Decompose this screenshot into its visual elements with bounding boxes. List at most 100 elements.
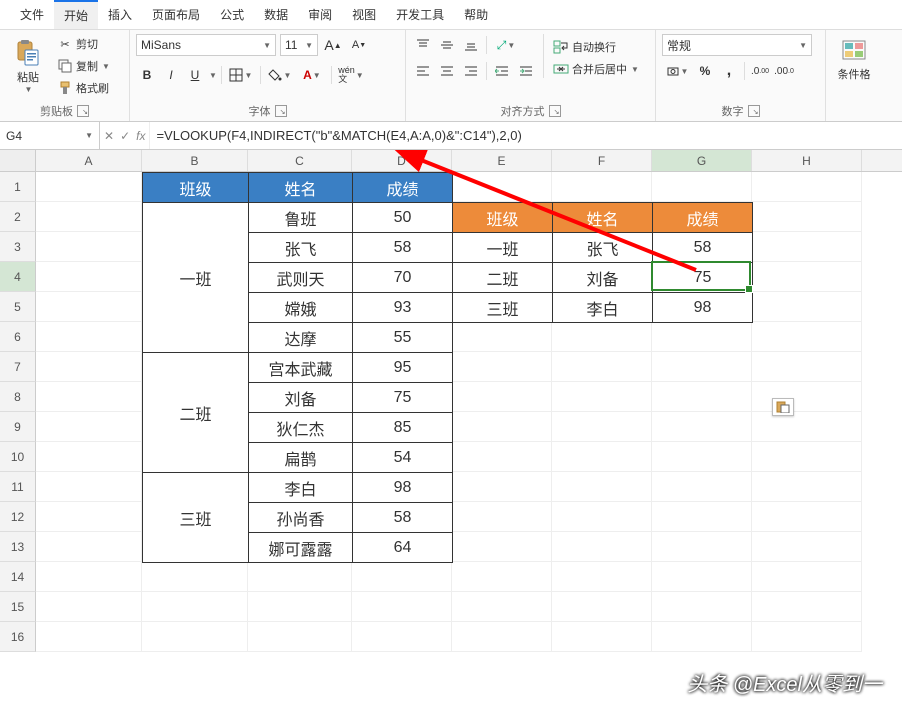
cell[interactable] bbox=[752, 352, 862, 382]
cell[interactable] bbox=[752, 292, 862, 322]
cell[interactable] bbox=[452, 322, 552, 352]
conditional-format-button[interactable]: 条件格 bbox=[832, 34, 876, 84]
cell[interactable] bbox=[142, 562, 248, 592]
cell[interactable] bbox=[552, 502, 652, 532]
cell[interactable] bbox=[752, 562, 862, 592]
cell[interactable] bbox=[452, 592, 552, 622]
col-header[interactable]: G bbox=[652, 150, 752, 171]
row-header[interactable]: 11 bbox=[0, 472, 36, 502]
cell[interactable] bbox=[752, 442, 862, 472]
cell[interactable] bbox=[142, 592, 248, 622]
cell[interactable] bbox=[652, 622, 752, 652]
cut-button[interactable]: ✂剪切 bbox=[54, 34, 113, 54]
cell[interactable] bbox=[752, 502, 862, 532]
select-all-corner[interactable] bbox=[0, 150, 36, 171]
cell[interactable] bbox=[552, 412, 652, 442]
cell[interactable] bbox=[452, 502, 552, 532]
increase-indent-button[interactable] bbox=[515, 60, 537, 82]
formula-input[interactable]: =VLOOKUP(F4,INDIRECT("b"&MATCH(E4,A:A,0)… bbox=[150, 128, 902, 143]
cell[interactable] bbox=[36, 292, 142, 322]
copy-button[interactable]: 复制▼ bbox=[54, 56, 113, 76]
decrease-decimal-button[interactable]: .00.0 bbox=[773, 60, 795, 82]
row-header[interactable]: 2 bbox=[0, 202, 36, 232]
font-name-select[interactable]: MiSans▼ bbox=[136, 34, 276, 56]
format-painter-button[interactable]: 格式刷 bbox=[54, 78, 113, 98]
row-header[interactable]: 9 bbox=[0, 412, 36, 442]
col-header[interactable]: C bbox=[248, 150, 352, 171]
align-center-button[interactable] bbox=[436, 60, 458, 82]
cell[interactable] bbox=[36, 562, 142, 592]
cell[interactable] bbox=[452, 562, 552, 592]
dialog-launcher-icon[interactable]: ↘ bbox=[549, 105, 561, 117]
cell[interactable] bbox=[652, 352, 752, 382]
cell[interactable] bbox=[752, 532, 862, 562]
cell[interactable] bbox=[552, 322, 652, 352]
row-header[interactable]: 5 bbox=[0, 292, 36, 322]
menu-item-1[interactable]: 开始 bbox=[54, 0, 98, 29]
menu-item-3[interactable]: 页面布局 bbox=[142, 0, 210, 29]
cell[interactable] bbox=[652, 562, 752, 592]
col-header[interactable]: D bbox=[352, 150, 452, 171]
paste-options-button[interactable] bbox=[772, 398, 794, 416]
bold-button[interactable]: B bbox=[136, 64, 158, 86]
comma-button[interactable]: , bbox=[718, 60, 740, 82]
align-right-button[interactable] bbox=[460, 60, 482, 82]
cell[interactable] bbox=[552, 532, 652, 562]
menu-item-7[interactable]: 视图 bbox=[342, 0, 386, 29]
dialog-launcher-icon[interactable]: ↘ bbox=[77, 105, 89, 117]
menu-item-5[interactable]: 数据 bbox=[254, 0, 298, 29]
cell[interactable] bbox=[248, 562, 352, 592]
cell[interactable] bbox=[36, 442, 142, 472]
row-header[interactable]: 3 bbox=[0, 232, 36, 262]
increase-decimal-button[interactable]: .0.00 bbox=[749, 60, 771, 82]
cell[interactable] bbox=[36, 262, 142, 292]
decrease-indent-button[interactable] bbox=[491, 60, 513, 82]
row-header[interactable]: 14 bbox=[0, 562, 36, 592]
cell[interactable] bbox=[552, 592, 652, 622]
align-middle-button[interactable] bbox=[436, 34, 458, 56]
cell[interactable] bbox=[352, 592, 452, 622]
cell[interactable] bbox=[552, 352, 652, 382]
cell[interactable] bbox=[36, 472, 142, 502]
row-header[interactable]: 10 bbox=[0, 442, 36, 472]
cell[interactable] bbox=[652, 532, 752, 562]
increase-font-button[interactable]: A▲ bbox=[322, 34, 344, 56]
row-header[interactable]: 7 bbox=[0, 352, 36, 382]
cell[interactable] bbox=[36, 172, 142, 202]
cell[interactable] bbox=[552, 442, 652, 472]
cell[interactable] bbox=[352, 622, 452, 652]
cell[interactable] bbox=[652, 382, 752, 412]
cell[interactable] bbox=[248, 592, 352, 622]
menu-item-6[interactable]: 审阅 bbox=[298, 0, 342, 29]
number-format-select[interactable]: 常规▼ bbox=[662, 34, 812, 56]
cell[interactable] bbox=[452, 382, 552, 412]
cell[interactable] bbox=[36, 232, 142, 262]
col-header[interactable]: E bbox=[452, 150, 552, 171]
underline-button[interactable]: U bbox=[184, 64, 206, 86]
menu-item-9[interactable]: 帮助 bbox=[454, 0, 498, 29]
cancel-formula-icon[interactable]: ✕ bbox=[104, 129, 114, 143]
cell[interactable] bbox=[652, 442, 752, 472]
cell[interactable] bbox=[752, 622, 862, 652]
cell[interactable] bbox=[36, 382, 142, 412]
name-box[interactable]: G4▼ bbox=[0, 122, 100, 149]
col-header[interactable]: H bbox=[752, 150, 862, 171]
wrap-text-button[interactable]: 自动换行 bbox=[550, 37, 642, 57]
confirm-formula-icon[interactable]: ✓ bbox=[120, 129, 130, 143]
cell[interactable] bbox=[752, 472, 862, 502]
cell[interactable] bbox=[652, 322, 752, 352]
cell[interactable] bbox=[452, 172, 552, 202]
cell[interactable] bbox=[752, 382, 862, 412]
cell[interactable] bbox=[552, 562, 652, 592]
row-header[interactable]: 16 bbox=[0, 622, 36, 652]
cell[interactable] bbox=[36, 352, 142, 382]
cell[interactable] bbox=[36, 202, 142, 232]
col-header[interactable]: A bbox=[36, 150, 142, 171]
menu-item-4[interactable]: 公式 bbox=[210, 0, 254, 29]
dialog-launcher-icon[interactable]: ↘ bbox=[275, 105, 287, 117]
cell[interactable] bbox=[36, 532, 142, 562]
orientation-button[interactable]: ⤢▼ bbox=[491, 34, 521, 56]
row-header[interactable]: 6 bbox=[0, 322, 36, 352]
cell[interactable] bbox=[36, 592, 142, 622]
col-header[interactable]: F bbox=[552, 150, 652, 171]
